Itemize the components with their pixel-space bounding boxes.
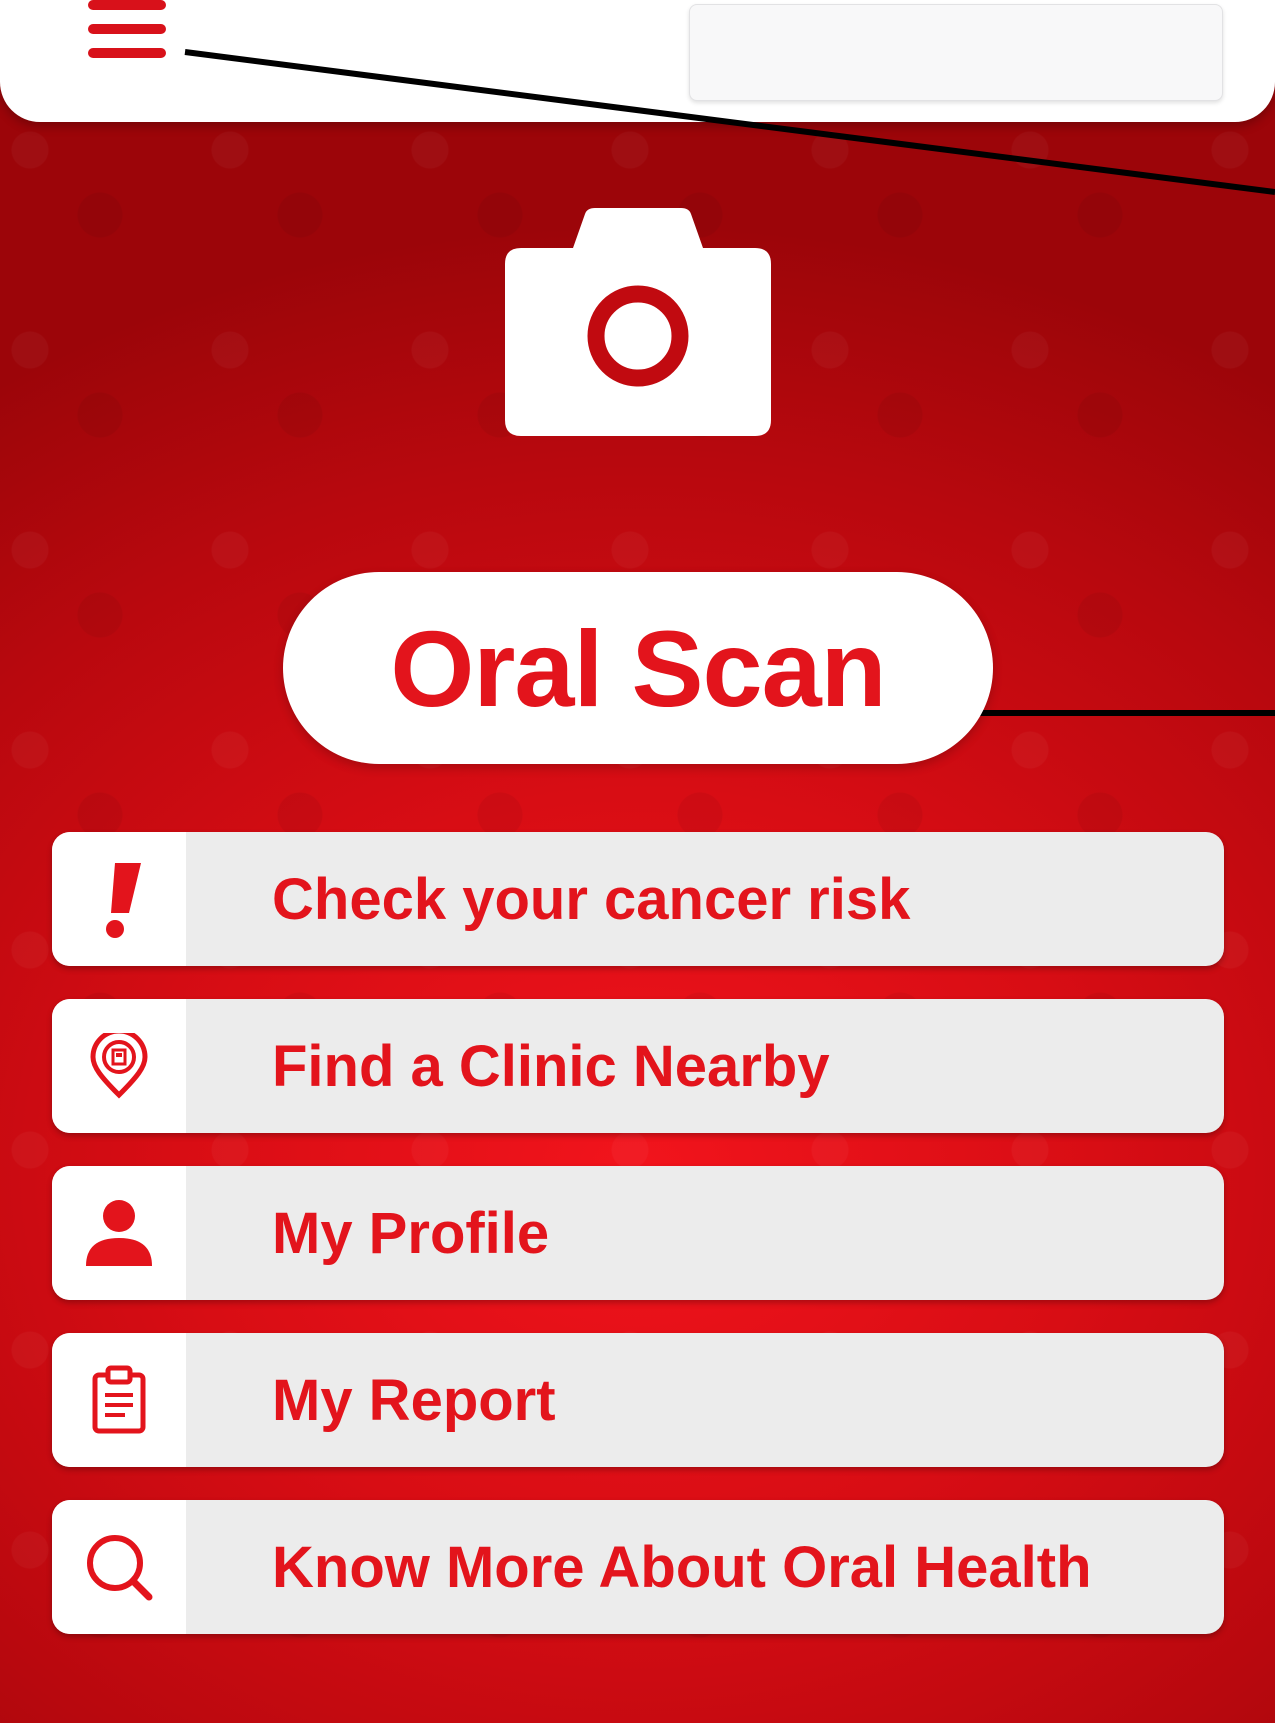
- search-icon: [87, 1535, 153, 1601]
- menu-item-label: My Report: [272, 1367, 556, 1433]
- menu-item-label: Check your cancer risk: [272, 866, 911, 932]
- hamburger-menu-icon[interactable]: [88, 0, 168, 64]
- menu-icon-box: [52, 1500, 186, 1634]
- menu-item-label: Find a Clinic Nearby: [272, 1033, 830, 1099]
- user-icon: [86, 1200, 152, 1266]
- menu-item-label: Know More About Oral Health: [272, 1534, 1092, 1600]
- menu-item-my-profile[interactable]: My Profile: [52, 1166, 1224, 1300]
- menu-icon-box: [52, 999, 186, 1133]
- oral-scan-button[interactable]: Oral Scan: [283, 572, 993, 764]
- menu-item-know-more[interactable]: Know More About Oral Health: [52, 1500, 1224, 1634]
- camera-button[interactable]: [503, 208, 773, 436]
- search-input[interactable]: [689, 4, 1223, 101]
- menu-item-find-clinic[interactable]: Find a Clinic Nearby: [52, 999, 1224, 1133]
- clipboard-report-icon: [92, 1365, 146, 1434]
- menu-item-label: My Profile: [272, 1200, 550, 1266]
- main-menu: Check your cancer risk Find a Clinic Nea…: [52, 832, 1224, 1667]
- clinic-location-pin-icon: [90, 1033, 148, 1099]
- menu-icon-box: [52, 1166, 186, 1300]
- menu-item-check-cancer-risk[interactable]: Check your cancer risk: [52, 832, 1224, 966]
- menu-item-my-report[interactable]: My Report: [52, 1333, 1224, 1467]
- exclamation-icon: [106, 863, 141, 938]
- menu-icon-box: [52, 1333, 186, 1467]
- menu-icon-box: [52, 832, 186, 966]
- oral-scan-label: Oral Scan: [390, 607, 886, 729]
- camera-icon: [505, 208, 771, 436]
- top-bar: [0, 0, 1275, 122]
